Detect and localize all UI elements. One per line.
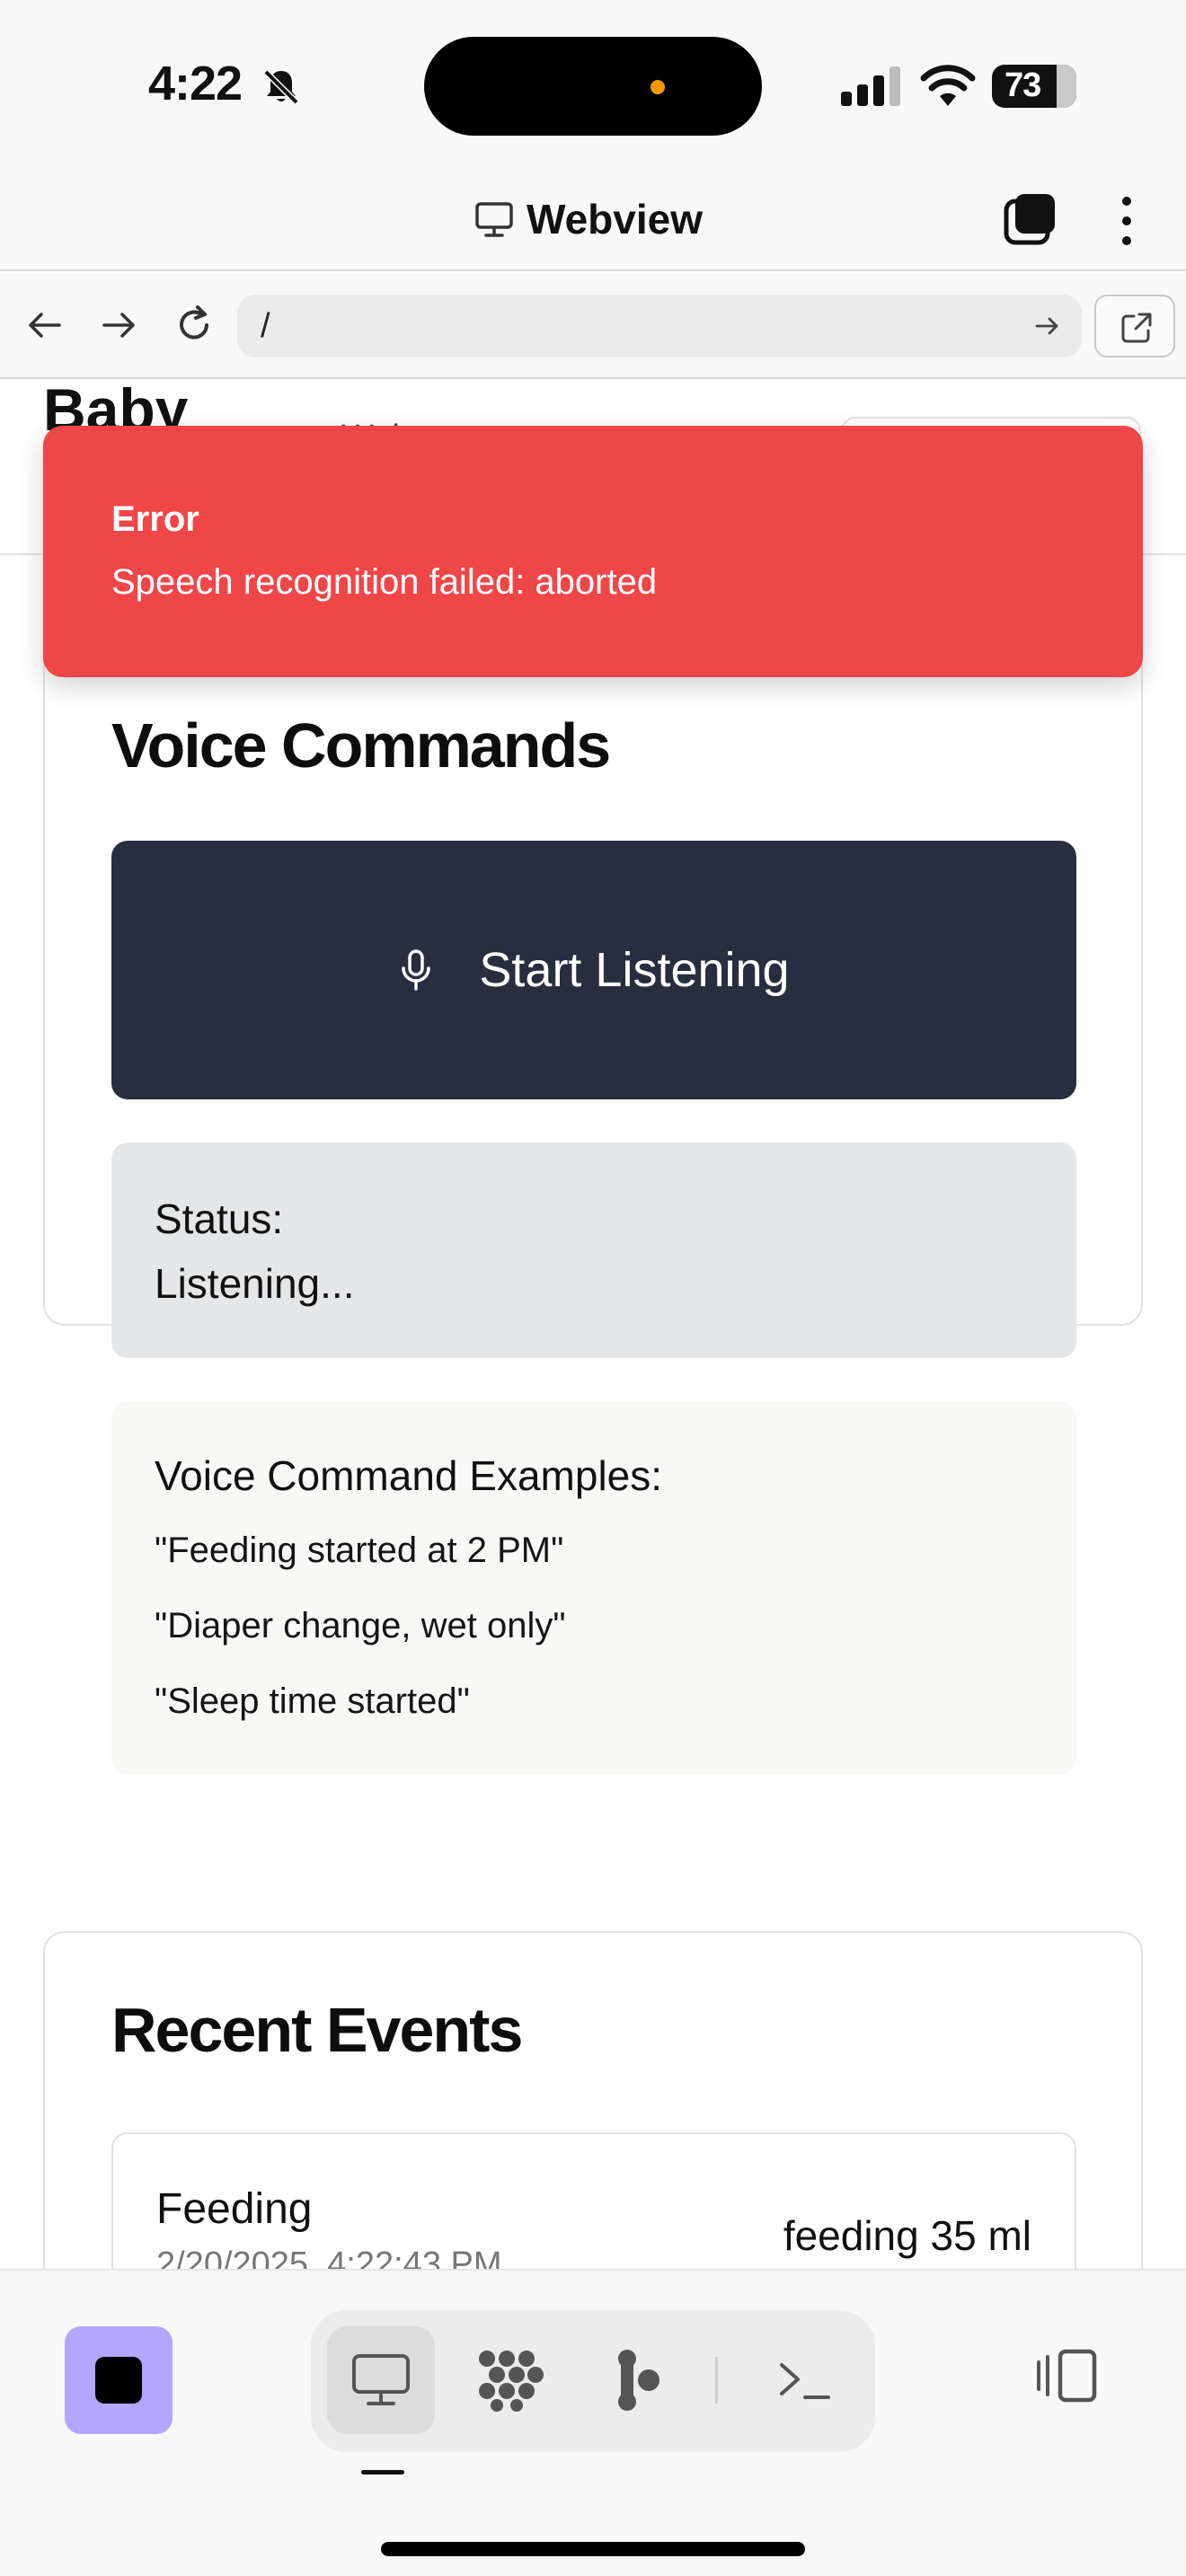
window-title: Webview <box>474 192 703 246</box>
terminal-icon <box>780 2363 830 2399</box>
view-switcher <box>311 2310 875 2452</box>
event-item[interactable]: Feeding 2/20/2025, 4:22:43 PM feeding 35… <box>111 2132 1076 2269</box>
recording-indicator <box>651 80 665 94</box>
dynamic-island <box>424 37 762 136</box>
voice-commands-card: Voice Commands Start Listening Status: L… <box>43 614 1143 1775</box>
examples-title: Voice Command Examples: <box>155 1452 663 1499</box>
event-timestamp: 2/20/2025, 4:22:43 PM <box>156 2245 502 2269</box>
signal-icon <box>841 66 900 106</box>
webview-tab[interactable] <box>327 2326 435 2434</box>
start-listening-label: Start Listening <box>479 943 790 997</box>
active-tab-indicator <box>361 2470 404 2475</box>
event-type: Feeding <box>156 2185 313 2233</box>
status-panel: Status: Listening... <box>111 1142 1076 1358</box>
stop-button[interactable] <box>65 2326 173 2434</box>
external-link-icon <box>1121 313 1152 343</box>
panel-toggle-button[interactable] <box>1030 2335 1102 2416</box>
voice-examples-panel: Voice Command Examples: "Feeding started… <box>111 1401 1076 1775</box>
window-title-label: Webview <box>527 196 703 243</box>
branch-tab[interactable] <box>586 2326 694 2434</box>
event-detail: feeding 35 ml <box>783 2212 1031 2259</box>
monitor-icon <box>352 2354 410 2405</box>
example-item: "Feeding started at 2 PM" <box>155 1531 564 1570</box>
status-bar: 4:22 73 <box>0 0 1186 171</box>
more-vertical-icon[interactable] <box>1109 194 1145 248</box>
back-arrow-icon[interactable] <box>20 300 70 350</box>
tabs-icon[interactable] <box>1003 190 1058 246</box>
branch-icon <box>618 2350 659 2411</box>
example-item: "Sleep time started" <box>155 1681 470 1721</box>
status-label: Status: <box>155 1195 284 1242</box>
start-listening-button[interactable]: Start Listening <box>111 841 1076 1099</box>
toolbar-divider <box>715 2357 718 2404</box>
voice-commands-title: Voice Commands <box>111 710 611 781</box>
recent-events-title: Recent Events <box>111 1995 523 2065</box>
toast-title: Error <box>111 499 199 539</box>
status-time: 4:22 <box>148 57 243 110</box>
toast-message: Speech recognition failed: aborted <box>111 562 658 602</box>
panel-toggle-icon <box>1037 2349 1097 2403</box>
browser-toolbar: / <box>0 273 1186 379</box>
terminal-tab[interactable] <box>751 2326 859 2434</box>
battery-level: 73 <box>1005 66 1041 104</box>
error-toast[interactable]: Error Speech recognition failed: aborted <box>43 426 1143 677</box>
reload-icon[interactable] <box>169 300 219 350</box>
microphone-icon <box>402 949 431 991</box>
url-input[interactable]: / <box>237 295 1082 357</box>
example-item: "Diaper change, wet only" <box>155 1606 566 1645</box>
title-bar: Webview <box>0 171 1186 271</box>
wifi-icon <box>920 65 976 106</box>
status-value: Listening... <box>155 1260 355 1307</box>
bell-slash-icon <box>263 69 299 105</box>
stop-icon <box>95 2357 142 2404</box>
go-arrow-icon[interactable] <box>1031 311 1062 341</box>
home-indicator <box>381 2542 805 2556</box>
battery-icon: 73 <box>992 65 1076 108</box>
recent-events-card: Recent Events Feeding 2/20/2025, 4:22:43… <box>43 1931 1143 2269</box>
open-external-button[interactable] <box>1094 295 1175 357</box>
monitor-icon <box>475 202 513 237</box>
bottom-toolbar <box>0 2269 1186 2576</box>
url-text[interactable]: / <box>261 307 270 346</box>
forward-arrow-icon[interactable] <box>93 300 144 350</box>
grid-tab[interactable] <box>456 2326 564 2434</box>
grid-dots-icon <box>479 2351 544 2412</box>
